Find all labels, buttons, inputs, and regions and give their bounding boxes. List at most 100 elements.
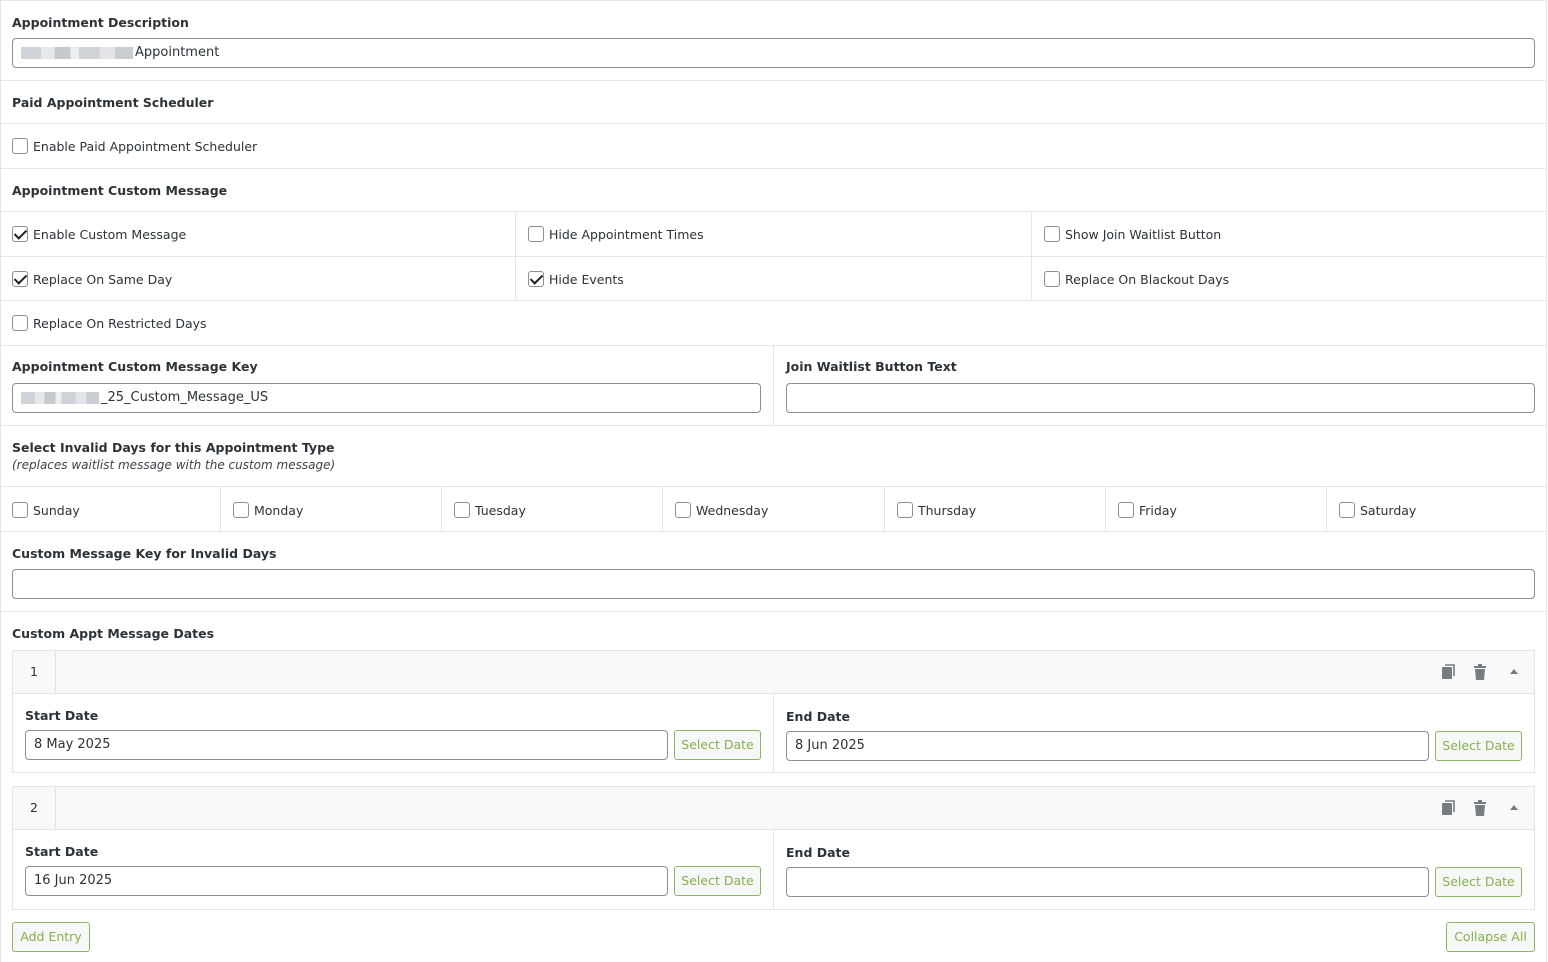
trash-icon[interactable] [1471, 663, 1489, 681]
replace-on-same-day-checkbox[interactable]: Replace On Same Day [12, 271, 172, 287]
day-tuesday-checkbox[interactable]: Tuesday [454, 502, 526, 518]
message-key-row: Appointment Custom Message Key _25_Custo… [1, 346, 1547, 426]
date-entry: 1 Start Date 8 May 2025 Select Date End … [12, 650, 1535, 773]
end-select-date-button[interactable]: Select Date [1435, 731, 1522, 761]
caret-up-icon[interactable] [1505, 799, 1523, 817]
message-key-label: Appointment Custom Message Key [12, 359, 258, 374]
day-sunday-checkbox[interactable]: Sunday [12, 502, 80, 518]
day-wednesday-label: Wednesday [696, 502, 769, 518]
custom-message-heading-row: Appointment Custom Message [1, 169, 1547, 212]
replace-on-restricted-days-checkbox[interactable]: Replace On Restricted Days [12, 315, 207, 331]
paid-scheduler-heading: Paid Appointment Scheduler [12, 95, 214, 110]
replace-on-blackout-days-checkbox[interactable]: Replace On Blackout Days [1044, 271, 1229, 287]
custom-message-options-row-1: Enable Custom Message Hide Appointment T… [1, 212, 1547, 257]
start-date-input[interactable]: 8 May 2025 [25, 730, 668, 760]
date-entry-number: 2 [13, 787, 56, 829]
day-saturday-label: Saturday [1360, 502, 1417, 518]
day-thursday-label: Thursday [918, 502, 977, 518]
end-date-label: End Date [786, 709, 851, 724]
appointment-description-value: Appointment [135, 45, 220, 60]
end-select-date-button[interactable]: Select Date [1435, 867, 1522, 897]
show-join-waitlist-label: Show Join Waitlist Button [1065, 226, 1222, 242]
message-key-input[interactable]: _25_Custom_Message_US [12, 383, 761, 413]
waitlist-text-input[interactable] [786, 383, 1535, 413]
appointment-description-row: Appointment Description Appointment [1, 0, 1547, 81]
invalid-days-key-input[interactable] [12, 569, 1535, 599]
checkbox-box[interactable] [1044, 271, 1060, 287]
caret-up-icon[interactable] [1505, 663, 1523, 681]
invalid-days-key-label: Custom Message Key for Invalid Days [12, 546, 277, 561]
show-join-waitlist-checkbox[interactable]: Show Join Waitlist Button [1044, 226, 1221, 242]
custom-message-options-row-2: Replace On Same Day Hide Events Replace … [1, 257, 1547, 301]
start-select-date-button[interactable]: Select Date [674, 866, 761, 896]
appointment-settings-form: Appointment Description Appointment Paid… [0, 0, 1547, 962]
redacted-text [21, 391, 99, 404]
replace-on-blackout-days-label: Replace On Blackout Days [1065, 271, 1230, 287]
checkbox-box[interactable] [897, 502, 913, 518]
enable-paid-scheduler-label: Enable Paid Appointment Scheduler [33, 138, 258, 154]
checkbox-box[interactable] [1044, 226, 1060, 242]
enable-paid-scheduler-checkbox[interactable]: Enable Paid Appointment Scheduler [12, 138, 257, 154]
appointment-description-input[interactable]: Appointment [12, 38, 1535, 68]
hide-events-checkbox[interactable]: Hide Events [528, 271, 624, 287]
invalid-days-heading: Select Invalid Days for this Appointment… [12, 440, 335, 455]
day-thursday-checkbox[interactable]: Thursday [897, 502, 976, 518]
replace-on-same-day-label: Replace On Same Day [33, 271, 173, 287]
invalid-days-subheading: (replaces waitlist message with the cust… [12, 458, 336, 472]
message-key-value: _25_Custom_Message_US [101, 390, 269, 405]
date-entry-number: 1 [13, 651, 56, 693]
day-wednesday-checkbox[interactable]: Wednesday [675, 502, 768, 518]
paid-scheduler-option-row: Enable Paid Appointment Scheduler [1, 124, 1547, 169]
copy-icon[interactable] [1439, 799, 1457, 817]
checkbox-box[interactable] [528, 271, 544, 287]
waitlist-text-label: Join Waitlist Button Text [786, 359, 957, 374]
checkbox-box[interactable] [12, 502, 28, 518]
custom-message-options-row-3: Replace On Restricted Days [1, 301, 1547, 346]
checkbox-box[interactable] [12, 315, 28, 331]
copy-icon[interactable] [1439, 663, 1457, 681]
date-entry-header[interactable]: 1 [13, 651, 1534, 694]
checkbox-box[interactable] [1118, 502, 1134, 518]
start-date-label: Start Date [25, 708, 99, 723]
hide-events-label: Hide Events [549, 271, 624, 287]
checkbox-box[interactable] [1339, 502, 1355, 518]
message-dates-heading: Custom Appt Message Dates [12, 626, 215, 641]
checkbox-box[interactable] [12, 271, 28, 287]
day-saturday-checkbox[interactable]: Saturday [1339, 502, 1416, 518]
enable-custom-message-checkbox[interactable]: Enable Custom Message [12, 226, 186, 242]
checkbox-box[interactable] [528, 226, 544, 242]
hide-appointment-times-label: Hide Appointment Times [549, 226, 704, 242]
checkbox-box[interactable] [12, 138, 28, 154]
collapse-all-button[interactable]: Collapse All [1446, 922, 1535, 952]
start-select-date-button[interactable]: Select Date [674, 730, 761, 760]
date-entry-header[interactable]: 2 [13, 787, 1534, 830]
invalid-days-heading-row: Select Invalid Days for this Appointment… [1, 426, 1547, 487]
paid-scheduler-heading-row: Paid Appointment Scheduler [1, 81, 1547, 124]
checkbox-box[interactable] [12, 226, 28, 242]
invalid-days-row: Sunday Monday Tuesday Wednesday Thursday… [1, 487, 1547, 532]
day-friday-checkbox[interactable]: Friday [1118, 502, 1177, 518]
day-sunday-label: Sunday [33, 502, 80, 518]
start-date-label: Start Date [25, 844, 99, 859]
hide-appointment-times-checkbox[interactable]: Hide Appointment Times [528, 226, 704, 242]
redacted-text [21, 46, 133, 59]
date-entry: 2 Start Date 16 Jun 2025 Select Date End… [12, 786, 1535, 910]
end-date-input[interactable]: 8 Jun 2025 [786, 731, 1429, 761]
replace-on-restricted-days-label: Replace On Restricted Days [33, 315, 207, 331]
trash-icon[interactable] [1471, 799, 1489, 817]
end-date-label: End Date [786, 845, 851, 860]
end-date-input[interactable] [786, 867, 1429, 897]
checkbox-box[interactable] [454, 502, 470, 518]
checkbox-box[interactable] [675, 502, 691, 518]
add-entry-button[interactable]: Add Entry [12, 922, 90, 952]
start-date-input[interactable]: 16 Jun 2025 [25, 866, 668, 896]
day-monday-label: Monday [254, 502, 304, 518]
custom-message-heading: Appointment Custom Message [12, 183, 228, 198]
day-friday-label: Friday [1139, 502, 1177, 518]
checkbox-box[interactable] [233, 502, 249, 518]
appointment-description-label: Appointment Description [12, 15, 189, 30]
invalid-days-key-row: Custom Message Key for Invalid Days [1, 532, 1547, 612]
day-tuesday-label: Tuesday [475, 502, 526, 518]
enable-custom-message-label: Enable Custom Message [33, 226, 187, 242]
day-monday-checkbox[interactable]: Monday [233, 502, 303, 518]
